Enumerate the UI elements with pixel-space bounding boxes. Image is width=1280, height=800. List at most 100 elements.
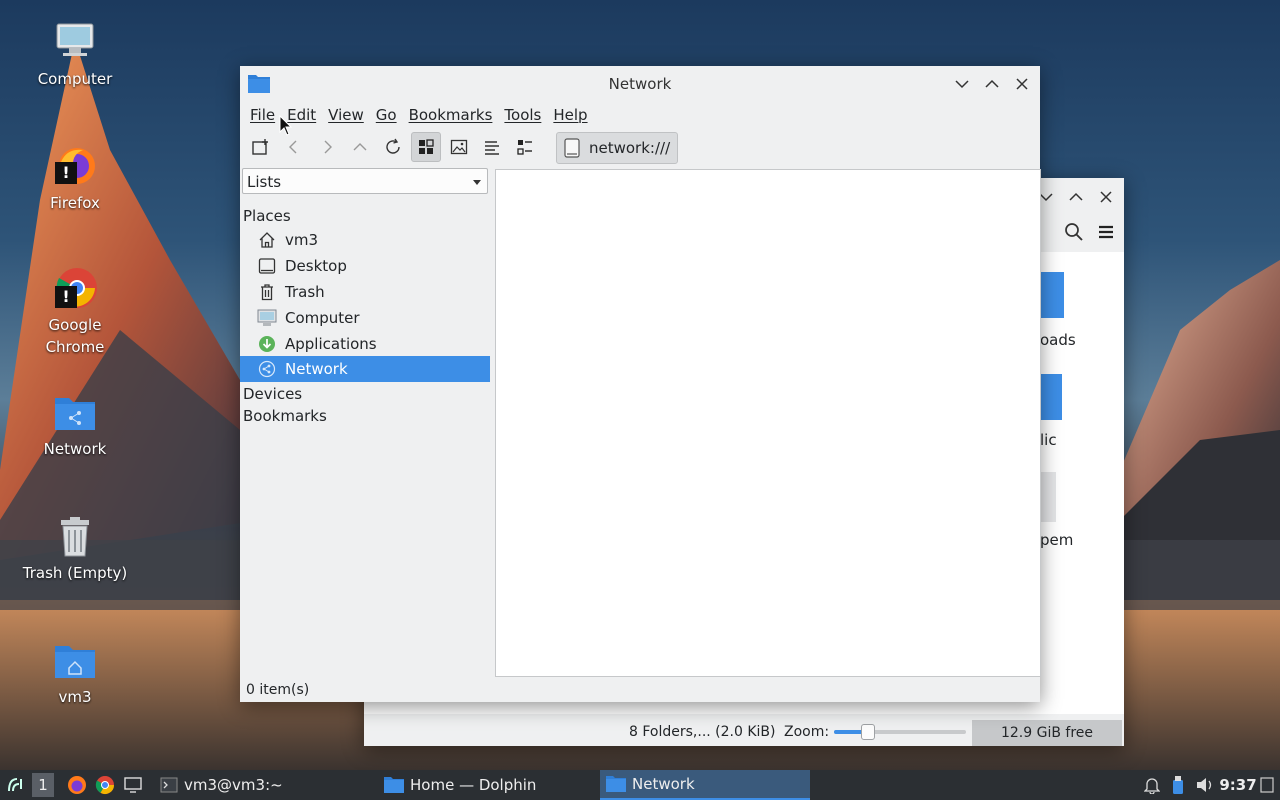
window-titlebar[interactable]: Network bbox=[240, 66, 1040, 102]
search-icon[interactable] bbox=[1064, 222, 1084, 242]
warning-badge: ! bbox=[55, 162, 77, 184]
menu-view[interactable]: View bbox=[322, 102, 370, 128]
folder-icon bbox=[606, 776, 626, 792]
applications-icon bbox=[257, 334, 277, 354]
close-button[interactable] bbox=[1012, 74, 1032, 94]
app-launcher-button[interactable] bbox=[2, 770, 28, 800]
devices-header[interactable]: Devices bbox=[243, 385, 302, 403]
file-view-area[interactable] bbox=[495, 169, 1041, 677]
launcher-icon bbox=[8, 778, 22, 792]
notifications-button[interactable] bbox=[1142, 770, 1162, 800]
back-close-button[interactable] bbox=[1096, 187, 1116, 207]
dropdown-arrow-icon bbox=[473, 180, 481, 185]
menu-tools[interactable]: Tools bbox=[498, 102, 547, 128]
drive-icon bbox=[563, 138, 583, 158]
place-trash[interactable]: Trash bbox=[240, 279, 490, 305]
terminal-icon bbox=[160, 777, 178, 793]
free-space-label: 12.9 GiB free bbox=[1000, 725, 1094, 741]
chevron-right-icon bbox=[324, 140, 332, 154]
preview-view-button[interactable] bbox=[444, 132, 474, 162]
home-icon bbox=[257, 230, 277, 250]
desktop-icon-label: Computer bbox=[37, 70, 113, 88]
hamburger-menu-icon[interactable] bbox=[1096, 222, 1116, 242]
mouse-cursor-icon bbox=[279, 115, 293, 136]
image-icon bbox=[450, 139, 468, 155]
speaker-icon bbox=[1197, 778, 1212, 792]
desktop-icon-trash[interactable]: Trash (Empty) bbox=[10, 514, 140, 584]
desktop-icon-vm3[interactable]: vm3 bbox=[10, 638, 140, 708]
minimize-button[interactable] bbox=[952, 74, 972, 94]
chrome-launcher[interactable] bbox=[94, 770, 116, 800]
menu-go[interactable]: Go bbox=[370, 102, 403, 128]
place-vm3[interactable]: vm3 bbox=[240, 227, 490, 253]
window-title: Network bbox=[608, 75, 672, 93]
show-desktop-button[interactable] bbox=[122, 770, 144, 800]
firefox-icon bbox=[68, 776, 86, 794]
task-network[interactable]: Network bbox=[600, 770, 810, 800]
desktop-icon-computer[interactable]: Computer bbox=[10, 20, 140, 90]
menu-file[interactable]: File bbox=[244, 102, 281, 128]
place-label: Network bbox=[285, 360, 348, 378]
taskbar: 1 vm3@vm3:~ Home — Dolphin Network 9:37 bbox=[0, 770, 1280, 800]
menu-bookmarks[interactable]: Bookmarks bbox=[403, 102, 499, 128]
place-applications[interactable]: Applications bbox=[240, 331, 490, 357]
desktop-icon-label: vm3 bbox=[58, 688, 92, 706]
icons-view-icon bbox=[419, 139, 434, 154]
network-window[interactable]: Network File Edit View Go Bookmarks Tool… bbox=[240, 66, 1041, 702]
bookmarks-header[interactable]: Bookmarks bbox=[243, 407, 327, 425]
zoom-label: Zoom: bbox=[784, 724, 830, 740]
place-network[interactable]: Network bbox=[240, 356, 490, 382]
icons-view-button[interactable] bbox=[411, 132, 441, 162]
zoom-slider[interactable] bbox=[834, 724, 966, 740]
new-tab-button[interactable] bbox=[246, 132, 276, 162]
partial-file-item[interactable] bbox=[1040, 472, 1056, 522]
zoom-slider-handle[interactable] bbox=[861, 724, 875, 740]
partial-folder-item[interactable] bbox=[1040, 272, 1064, 318]
panel-type-select[interactable]: Lists bbox=[242, 168, 488, 194]
up-button[interactable] bbox=[345, 132, 375, 162]
volume-button[interactable] bbox=[1194, 770, 1216, 800]
location-bar[interactable]: network:/// bbox=[556, 132, 678, 164]
usb-drive-icon bbox=[1173, 776, 1183, 794]
location-text: network:/// bbox=[589, 139, 671, 157]
new-tab-icon bbox=[252, 139, 268, 155]
detailed-view-button[interactable] bbox=[477, 132, 507, 162]
partial-folder-item[interactable] bbox=[1040, 374, 1062, 420]
tree-view-icon bbox=[517, 140, 532, 155]
place-desktop[interactable]: Desktop bbox=[240, 253, 490, 279]
forward-button[interactable] bbox=[312, 132, 342, 162]
back-maximize-button[interactable] bbox=[1066, 187, 1086, 207]
desktop-icon-label: Network bbox=[43, 440, 107, 458]
desktop-icon-chrome[interactable]: ! Google Chrome bbox=[10, 266, 140, 358]
task-home-dolphin[interactable]: Home — Dolphin bbox=[380, 770, 590, 800]
show-desktop-corner[interactable] bbox=[1258, 770, 1276, 800]
maximize-button[interactable] bbox=[982, 74, 1002, 94]
menu-help[interactable]: Help bbox=[547, 102, 593, 128]
panel-type-value: Lists bbox=[247, 173, 282, 191]
task-label: Network bbox=[632, 775, 695, 793]
removable-device-button[interactable] bbox=[1168, 770, 1188, 800]
details-list-icon bbox=[485, 141, 499, 155]
free-space-bar: 12.9 GiB free bbox=[972, 720, 1122, 746]
reload-button[interactable] bbox=[378, 132, 408, 162]
desktop-icon-network[interactable]: Network bbox=[10, 390, 140, 460]
home-folder-icon bbox=[53, 638, 97, 682]
folder-count-status: 8 Folders,... (2.0 KiB) bbox=[629, 724, 776, 740]
trash-icon bbox=[257, 282, 277, 302]
firefox-launcher[interactable] bbox=[66, 770, 88, 800]
place-label: Computer bbox=[285, 309, 360, 327]
task-terminal[interactable]: vm3@vm3:~ bbox=[160, 770, 370, 800]
clock[interactable]: 9:37 bbox=[1219, 770, 1256, 800]
desktop-corner-icon bbox=[1260, 777, 1274, 793]
desktop-icon-firefox[interactable]: ! Firefox bbox=[10, 144, 140, 214]
workspace-1-button[interactable]: 1 bbox=[32, 773, 54, 797]
monitor-icon bbox=[124, 777, 142, 793]
trash-icon bbox=[53, 514, 97, 558]
desktop-icon bbox=[257, 256, 277, 276]
tree-view-button[interactable] bbox=[510, 132, 540, 162]
place-computer[interactable]: Computer bbox=[240, 305, 490, 331]
item-count-status: 0 item(s) bbox=[246, 682, 310, 698]
place-label: Applications bbox=[285, 335, 377, 353]
task-label: Home — Dolphin bbox=[410, 776, 537, 794]
network-folder-icon bbox=[53, 390, 97, 434]
